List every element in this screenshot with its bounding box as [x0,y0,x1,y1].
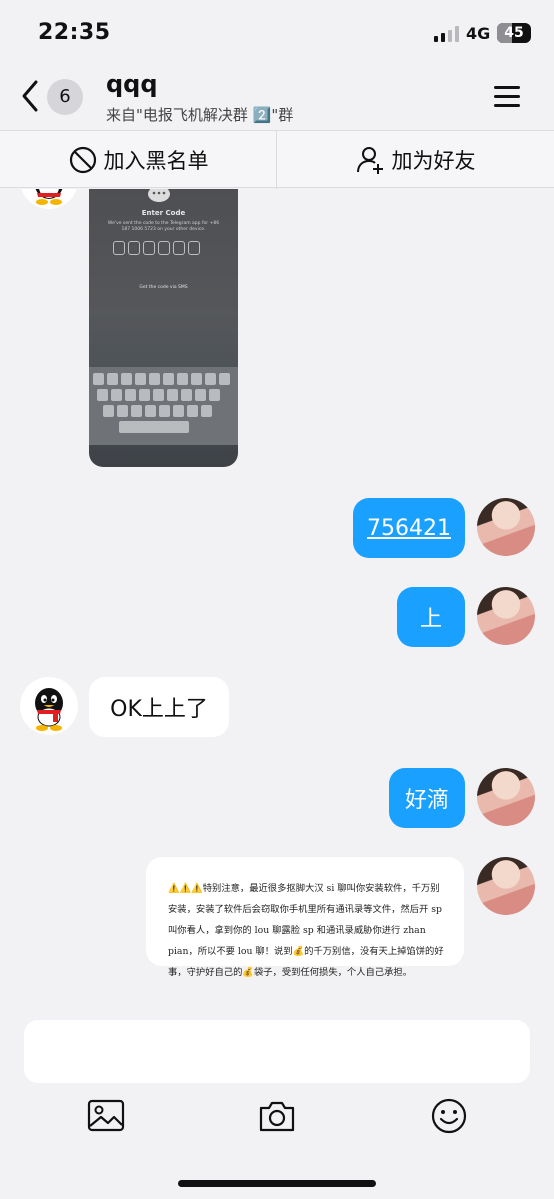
block-button[interactable]: 加入黑名单 [0,131,276,189]
image-icon [87,1099,125,1132]
add-user-icon [356,147,383,174]
message-bubble[interactable]: 上 [397,587,465,647]
my-avatar[interactable] [477,587,535,645]
message-input[interactable] [24,1020,530,1083]
qq-penguin-icon [35,189,63,205]
menu-button[interactable] [492,84,522,110]
keyboard-photo [89,367,238,445]
home-indicator[interactable] [178,1180,376,1187]
message-bubble[interactable]: OK上上了 [89,677,229,737]
sender-avatar[interactable] [20,677,78,735]
image-button[interactable] [87,1098,125,1134]
my-avatar[interactable] [477,768,535,826]
emoji-icon [431,1098,467,1134]
camera-icon [259,1101,295,1132]
status-time: 22:35 [38,20,111,45]
back-chevron-icon [22,80,38,112]
signal-icon [434,26,460,42]
chat-title: qqq [106,70,158,98]
photo-description: We've sent the code to the Telegram app … [107,221,220,232]
network-type: 4G [466,24,491,43]
qq-penguin-icon [35,688,63,731]
emoji-button[interactable] [430,1098,468,1134]
status-bar: 22:35 4G 45 [0,0,554,62]
chat-subtitle: 来自"电报飞机解决群 2️⃣"群 [106,106,294,124]
battery-icon: 45 [497,23,531,43]
photo-title: Enter Code [141,209,186,217]
camera-button[interactable] [258,1098,296,1134]
add-friend-button[interactable]: 加为好友 [277,131,554,189]
action-bar: 加入黑名单 加为好友 [0,130,554,189]
my-avatar[interactable] [477,498,535,556]
message-bubble[interactable]: 好滴 [389,768,465,828]
block-label: 加入黑名单 [103,149,209,173]
chat-header: 6 qqq 来自"电报飞机解决群 2️⃣"群 [0,62,554,130]
message-bubble-code[interactable]: 756421 [353,498,465,558]
notice-message[interactable]: ⚠️⚠️⚠️特别注意，最近很多抠脚大汉 si 聊叫你安装软件，千万别安装，安装了… [146,857,464,978]
sender-avatar[interactable] [20,189,78,209]
chat-messages: Enter Code We've sent the code to the Te… [0,189,554,1009]
block-icon [69,146,96,174]
code-boxes [113,241,200,255]
battery-level: 45 [504,25,524,41]
unread-badge[interactable]: 6 [47,79,83,115]
back-button[interactable] [16,76,46,116]
my-avatar[interactable] [477,857,535,915]
photo-sms-link: Get the code via SMS [139,285,188,290]
chat-bubble-icon [148,189,170,202]
photo-message[interactable]: Enter Code We've sent the code to the Te… [89,189,238,467]
add-friend-label: 加为好友 [391,149,476,173]
